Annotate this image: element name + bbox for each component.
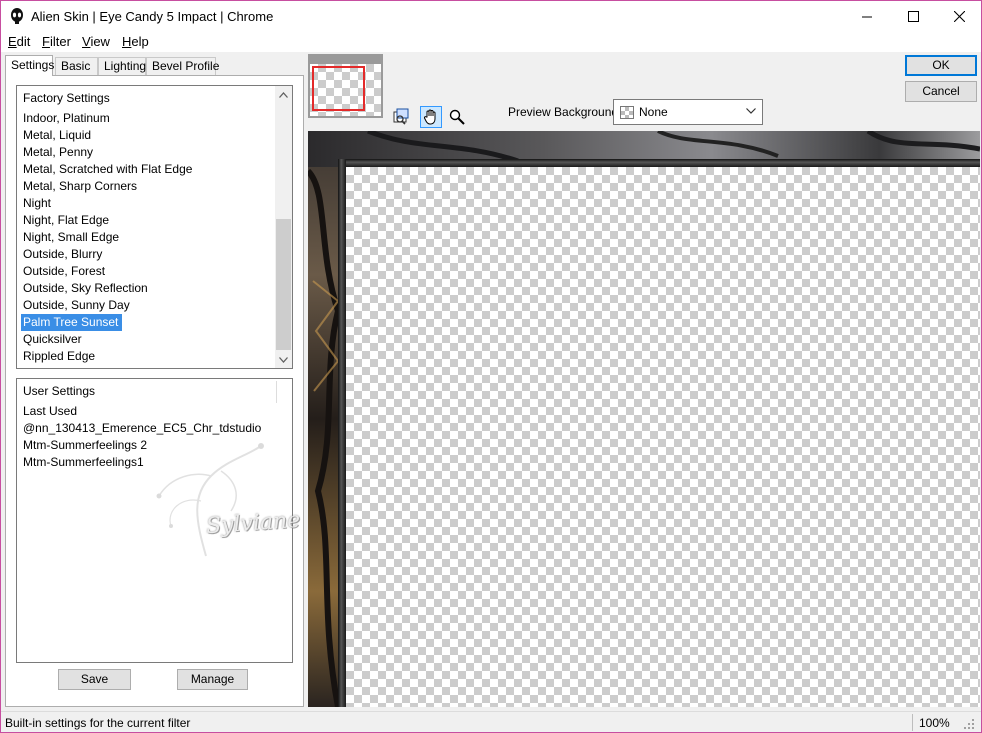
- factory-settings-items: Indoor, Platinum Metal, Liquid Metal, Penn…: [21, 110, 192, 365]
- menu-bar: Edit Filter View Help: [1, 32, 981, 52]
- chevron-up-icon: [279, 91, 288, 98]
- user-settings-header: User Settings: [23, 384, 96, 398]
- maximize-button[interactable]: [890, 1, 936, 32]
- title-bar: Alien Skin | Eye Candy 5 Impact | Chrome: [1, 1, 981, 32]
- zoom-icon: [449, 109, 465, 125]
- preview-background-label: Preview Background:: [508, 105, 622, 119]
- navigator-tool-button[interactable]: [390, 106, 412, 128]
- scroll-thumb[interactable]: [276, 219, 291, 350]
- hand-tool-button[interactable]: [420, 106, 442, 128]
- status-bar: Built-in settings for the current filter…: [1, 711, 981, 732]
- list-item[interactable]: Metal, Sharp Corners: [21, 178, 192, 195]
- thumbnail-canvas: [310, 64, 381, 116]
- view-rectangle[interactable]: [312, 66, 365, 111]
- navigator-thumbnail[interactable]: [308, 54, 383, 118]
- factory-scrollbar[interactable]: [275, 86, 292, 368]
- list-item[interactable]: Outside, Sunny Day: [21, 297, 192, 314]
- list-item[interactable]: Last Used: [21, 403, 261, 420]
- maximize-icon: [907, 11, 919, 22]
- list-item[interactable]: Outside, Blurry: [21, 246, 192, 263]
- hand-icon: [423, 109, 436, 125]
- ok-button[interactable]: OK: [905, 55, 977, 76]
- list-item[interactable]: Metal, Liquid: [21, 127, 192, 144]
- menu-filter[interactable]: Filter: [42, 34, 71, 49]
- tab-settings[interactable]: Settings: [5, 55, 54, 76]
- factory-settings-list[interactable]: Factory Settings Indoor, Platinum Metal, …: [16, 85, 293, 369]
- list-item[interactable]: Rippled Edge: [21, 348, 192, 365]
- status-separator: [912, 714, 913, 731]
- resize-grip-icon[interactable]: [963, 718, 975, 730]
- menu-help[interactable]: Help: [122, 34, 149, 49]
- tab-bevel-profile[interactable]: Bevel Profile: [146, 57, 219, 75]
- minimize-button[interactable]: [844, 1, 890, 32]
- list-item[interactable]: Night, Small Edge: [21, 229, 192, 246]
- list-item-selected[interactable]: Palm Tree Sunset: [21, 314, 123, 331]
- bevel-top-edge: [338, 159, 980, 167]
- scroll-down-button[interactable]: [275, 351, 292, 368]
- status-text: Built-in settings for the current filter: [5, 716, 191, 730]
- close-icon: [953, 11, 965, 22]
- transparency-swatch-icon: [620, 106, 634, 119]
- menu-view[interactable]: View: [82, 34, 110, 49]
- list-item[interactable]: Indoor, Platinum: [21, 110, 192, 127]
- tab-lighting[interactable]: Lighting: [98, 57, 146, 75]
- preview-canvas[interactable]: [308, 131, 980, 707]
- bevel-left-edge: [338, 159, 346, 707]
- app-window: Alien Skin | Eye Candy 5 Impact | Chrome…: [0, 0, 982, 733]
- list-item[interactable]: Outside, Sky Reflection: [21, 280, 192, 297]
- minimize-icon: [862, 16, 872, 17]
- factory-settings-header: Factory Settings: [23, 91, 110, 105]
- zoom-tool-button[interactable]: [446, 106, 468, 128]
- window-title: Alien Skin | Eye Candy 5 Impact | Chrome: [31, 9, 274, 24]
- sylviane-watermark: Sylviane: [151, 441, 301, 561]
- preview-background-value: None: [639, 105, 668, 119]
- list-item[interactable]: Outside, Forest: [21, 263, 192, 280]
- list-item[interactable]: Quicksilver: [21, 331, 192, 348]
- manage-button[interactable]: Manage: [177, 669, 248, 690]
- cancel-button[interactable]: Cancel: [905, 81, 977, 102]
- preview-background-select[interactable]: None: [613, 99, 763, 125]
- list-item[interactable]: Metal, Scratched with Flat Edge: [21, 161, 192, 178]
- list-item[interactable]: @nn_130413_Emerence_EC5_Chr_tdstudio: [21, 420, 261, 437]
- scroll-up-button[interactable]: [275, 86, 292, 103]
- list-item[interactable]: Metal, Penny: [21, 144, 192, 161]
- menu-edit[interactable]: Edit: [8, 34, 30, 49]
- flourish-ornament-icon: [156, 443, 264, 557]
- zoom-level: 100%: [919, 716, 950, 730]
- close-button[interactable]: [936, 1, 981, 32]
- save-button[interactable]: Save: [58, 669, 131, 690]
- header-divider: [276, 381, 277, 403]
- tab-basic[interactable]: Basic: [55, 57, 98, 75]
- transparent-area: [346, 167, 980, 707]
- chevron-down-icon: [279, 356, 288, 363]
- navigator-icon: [393, 108, 409, 125]
- chevron-down-icon: [746, 108, 756, 114]
- list-item[interactable]: Night, Flat Edge: [21, 212, 192, 229]
- alien-skin-logo-icon: [11, 8, 23, 24]
- list-item[interactable]: Night: [21, 195, 192, 212]
